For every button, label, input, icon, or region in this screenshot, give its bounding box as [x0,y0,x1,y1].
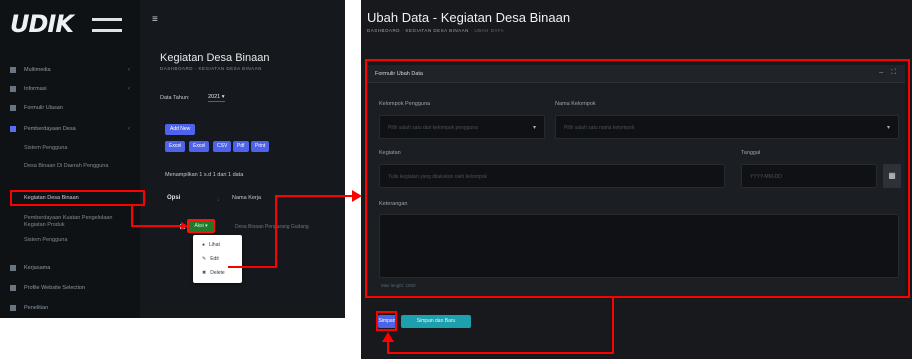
arrow-head-aksi [181,222,188,230]
arrow-line-to-form [228,195,352,268]
annotation-arrows [131,190,614,354]
arrow-head-form [352,190,362,202]
arrow-line-to-simpan [387,298,614,354]
arrow-head-simpan [382,332,394,342]
arrow-line-to-aksi [131,206,183,227]
screenshot-stage: UDIK Multimedia ‹ Informasi ‹ Formulir U… [0,0,912,359]
